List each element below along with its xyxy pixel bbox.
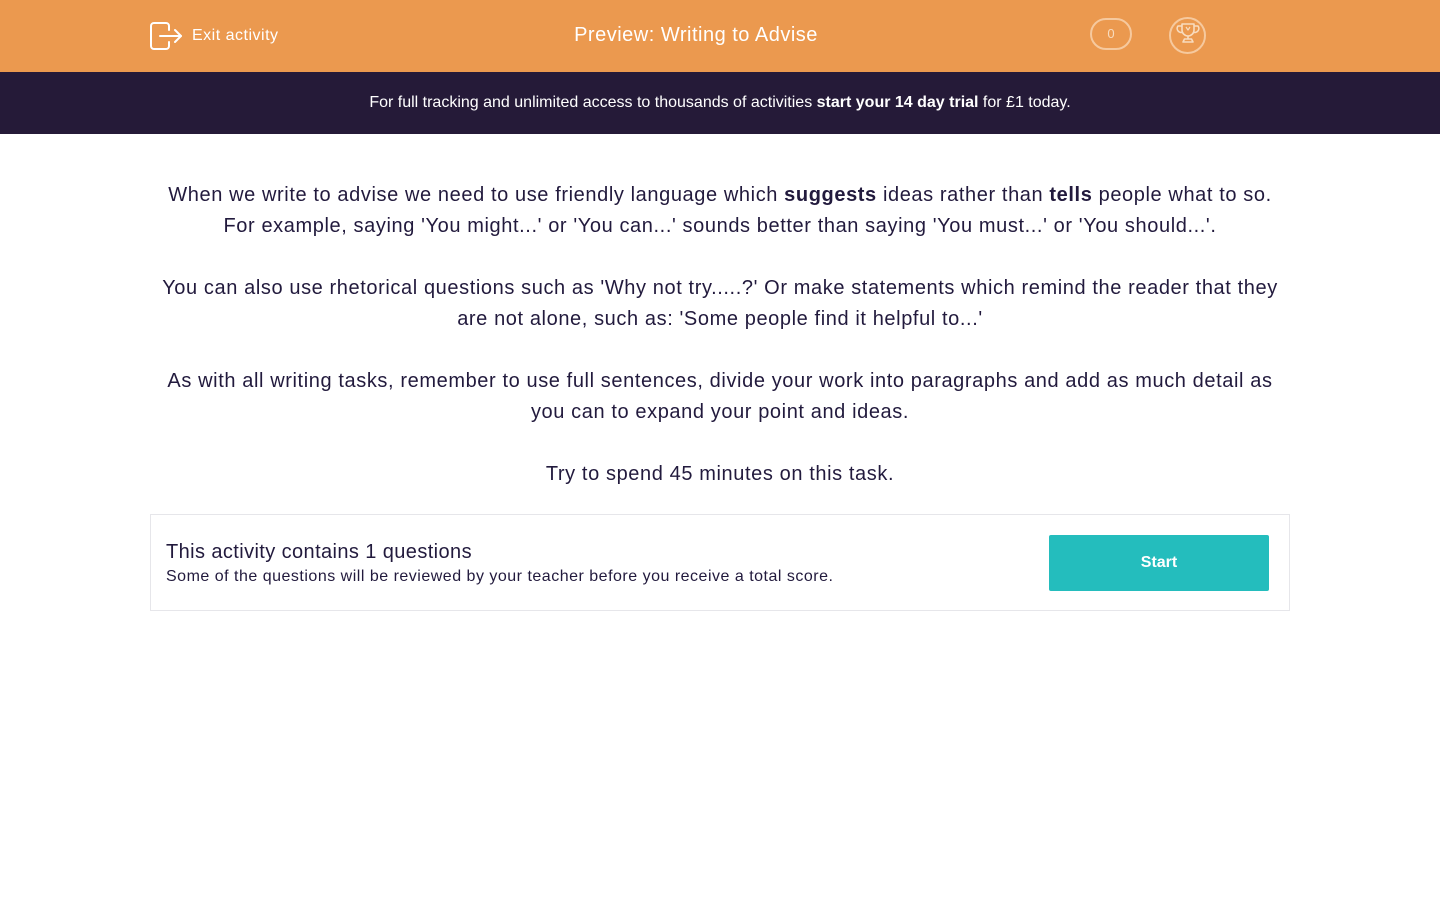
- activity-intro: When we write to advise we need to use f…: [150, 134, 1290, 490]
- intro-paragraph-3: As with all writing tasks, remember to u…: [167, 370, 1273, 423]
- trial-link[interactable]: start your 14 day trial: [817, 94, 979, 111]
- intro-paragraph-4: Try to spend 45 minutes on this task.: [545, 463, 895, 485]
- p1-text-2: ideas rather than: [876, 184, 1050, 206]
- p1-bold-tells: tells: [1049, 184, 1093, 206]
- banner-text-before: For full tracking and unlimited access t…: [369, 94, 817, 111]
- page-title: Preview: Writing to Advise: [574, 24, 818, 46]
- trial-banner: For full tracking and unlimited access t…: [0, 72, 1440, 134]
- review-note: Some of the questions will be reviewed b…: [166, 568, 834, 585]
- p1-bold-suggests: suggests: [784, 184, 877, 206]
- activity-info-card: This activity contains 1 questions Some …: [150, 514, 1290, 611]
- intro-paragraph-1: When we write to advise we need to use f…: [150, 180, 1290, 242]
- question-count-title: This activity contains 1 questions: [166, 541, 472, 563]
- intro-paragraph-2: You can also use rhetorical questions su…: [162, 277, 1278, 330]
- trophy-button[interactable]: [1169, 17, 1206, 54]
- top-bar: Exit activity Preview: Writing to Advise…: [0, 0, 1440, 72]
- banner-text-after: for £1 today.: [978, 94, 1071, 111]
- p1-text-1: When we write to advise we need to use f…: [168, 184, 785, 206]
- start-button[interactable]: Start: [1049, 535, 1269, 591]
- trophy-icon: [1175, 22, 1200, 49]
- score-badge: 0: [1090, 18, 1132, 50]
